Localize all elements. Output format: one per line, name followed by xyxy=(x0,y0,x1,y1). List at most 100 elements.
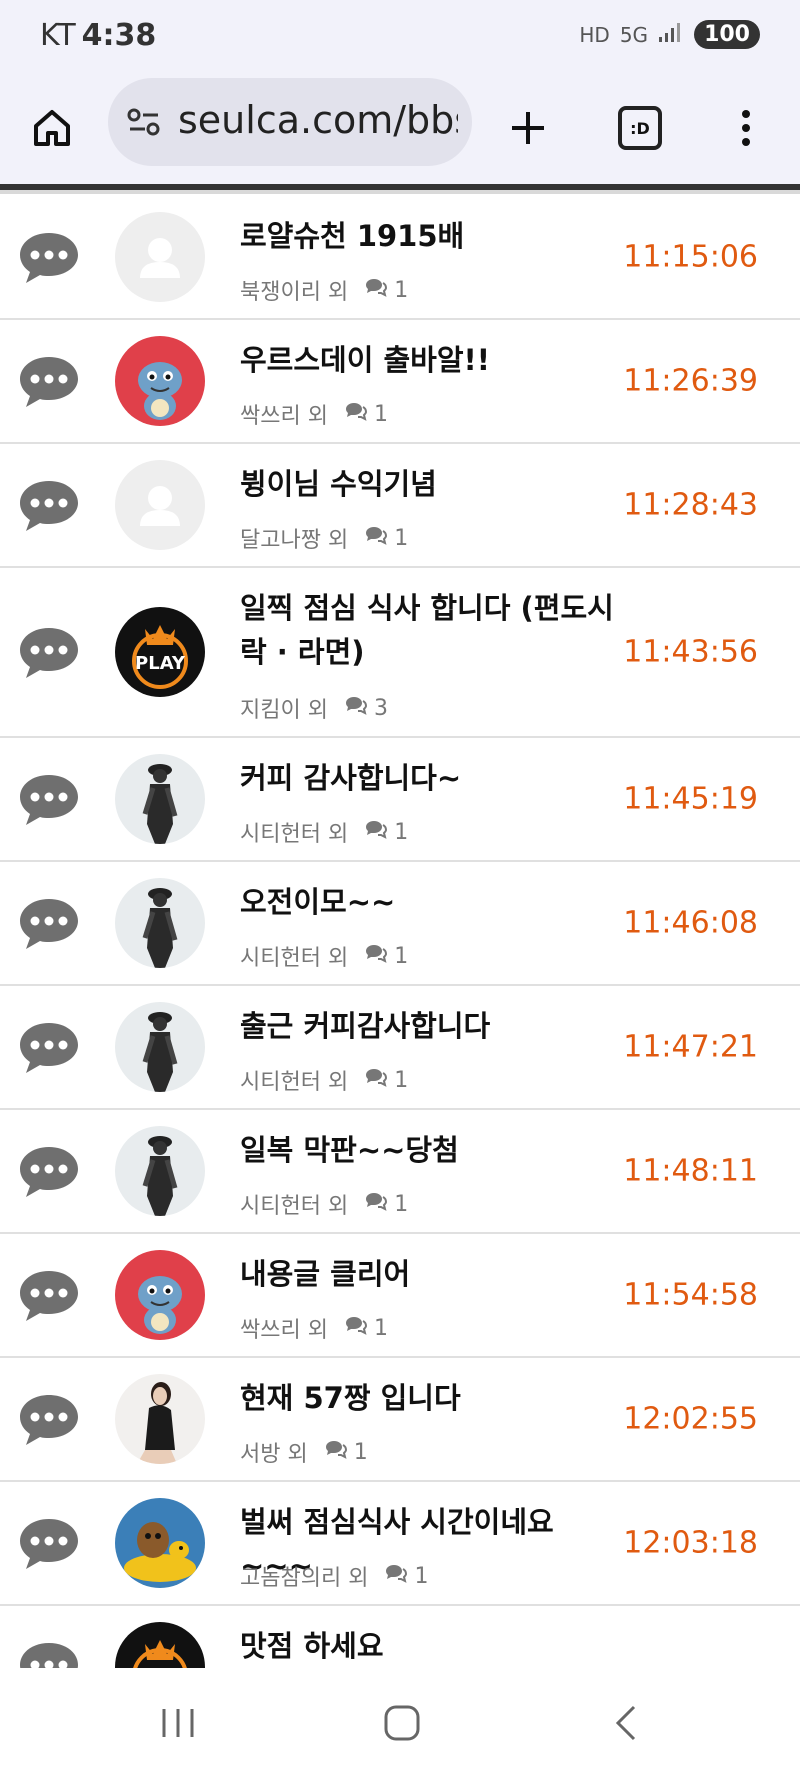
avatar[interactable] xyxy=(115,460,205,550)
comment-count-value: 1 xyxy=(394,1067,409,1093)
post-row[interactable]: 벌써 점심식사 시간이네요~~~ 고놈참의리 외 1 12:03:18 xyxy=(0,1482,800,1606)
chat-bubble-icon xyxy=(16,771,82,827)
browser-menu-button[interactable] xyxy=(718,100,774,156)
chat-bubble-icon xyxy=(16,1143,82,1199)
post-meta: 시티헌터 외 1 xyxy=(240,940,408,972)
address-bar[interactable]: seulca.com/bbs xyxy=(108,78,472,166)
comments-icon xyxy=(364,819,388,845)
home-icon xyxy=(34,110,70,146)
post-title[interactable]: 현재 57짱 입니다 xyxy=(240,1376,620,1420)
carrier-clock: KT 4:38 xyxy=(40,18,156,53)
comment-count-value: 1 xyxy=(353,1439,368,1465)
avatar[interactable] xyxy=(115,1374,205,1464)
comment-count-value: 1 xyxy=(394,819,409,845)
comments-icon xyxy=(344,401,368,427)
avatar[interactable] xyxy=(115,336,205,426)
post-title[interactable]: 출근 커피감사합니다 xyxy=(240,1004,620,1048)
divider xyxy=(0,190,800,194)
post-row[interactable]: 일복 막판~~당첨 시티헌터 외 1 11:48:11 xyxy=(0,1110,800,1234)
post-title[interactable]: 뷩이님 수익기념 xyxy=(240,462,620,506)
comment-count-value: 1 xyxy=(394,943,409,969)
chat-bubble-icon xyxy=(16,1639,82,1668)
tab-switcher-label: :D xyxy=(618,106,662,150)
comment-count-value: 1 xyxy=(373,1315,388,1341)
chat-bubble-icon xyxy=(16,624,82,680)
post-title[interactable]: 일복 막판~~당첨 xyxy=(240,1128,620,1172)
url-text[interactable]: seulca.com/bbs xyxy=(178,98,458,142)
comment-count-value: 1 xyxy=(394,277,409,303)
avatar[interactable]: PLAY xyxy=(115,607,205,697)
post-meta: 시티헌터 외 1 xyxy=(240,1064,408,1096)
more-vert-icon xyxy=(742,110,750,146)
post-title[interactable]: 일찍 점심 식사 합니다 (편도시락 · 라면) xyxy=(240,586,620,674)
post-author: 서방 외 xyxy=(240,1442,308,1467)
recent-apps-button[interactable] xyxy=(148,1698,208,1748)
comments-icon xyxy=(324,1439,348,1465)
post-meta: 지킴이 외 3 xyxy=(240,692,388,724)
post-row[interactable]: 로얄슈천 1915배 북쟁이리 외 1 11:15:06 xyxy=(0,196,800,320)
chat-bubble-icon xyxy=(16,1267,82,1323)
home-button[interactable] xyxy=(24,100,80,156)
post-title[interactable]: 오전이모~~ xyxy=(240,880,620,924)
home-nav-button[interactable] xyxy=(372,1698,432,1748)
comment-count-value: 1 xyxy=(414,1563,429,1589)
avatar[interactable] xyxy=(115,212,205,302)
post-row[interactable]: 현재 57짱 입니다 서방 외 1 12:02:55 xyxy=(0,1358,800,1482)
post-author: 싹쓰리 외 xyxy=(240,1318,328,1343)
comment-count: 1 xyxy=(344,401,388,427)
post-row[interactable]: 커피 감사합니다~ 시티헌터 외 1 11:45:19 xyxy=(0,738,800,862)
comments-icon xyxy=(384,1563,408,1589)
chat-bubble-icon xyxy=(16,1391,82,1447)
post-author: 시티헌터 외 xyxy=(240,822,349,847)
comment-count: 1 xyxy=(384,1563,428,1589)
post-row[interactable]: PLAY 맛점 하세요 xyxy=(0,1606,800,1668)
post-meta: 시티헌터 외 1 xyxy=(240,1188,408,1220)
comment-count: 1 xyxy=(344,1315,388,1341)
avatar[interactable] xyxy=(115,754,205,844)
hd-icon: HD xyxy=(579,22,610,47)
avatar[interactable]: PLAY xyxy=(115,1622,205,1668)
clock: 4:38 xyxy=(81,18,157,53)
post-row[interactable]: 내용글 클리어 싹쓰리 외 1 11:54:58 xyxy=(0,1234,800,1358)
post-title[interactable]: 맛점 하세요 xyxy=(240,1624,620,1668)
comment-count: 1 xyxy=(364,277,408,303)
post-row[interactable]: PLAY 일찍 점심 식사 합니다 (편도시락 · 라면) 지킴이 외 3 11:43:… xyxy=(0,568,800,738)
comments-icon xyxy=(364,943,388,969)
post-time: 11:15:06 xyxy=(623,239,758,275)
post-row[interactable]: 뷩이님 수익기념달고나짱 외 1 11:28:43 xyxy=(0,444,800,568)
post-row[interactable]: 출근 커피감사합니다 시티헌터 외 1 11:47:21 xyxy=(0,986,800,1110)
post-meta: 서방 외 1 xyxy=(240,1436,368,1468)
post-row[interactable]: 오전이모~~ 시티헌터 외 1 11:46:08 xyxy=(0,862,800,986)
post-author: 시티헌터 외 xyxy=(240,946,349,971)
post-author: 고놈참의리 외 xyxy=(240,1566,369,1591)
post-time: 11:28:43 xyxy=(623,487,758,523)
post-meta: 시티헌터 외 1 xyxy=(240,816,408,848)
post-time: 11:46:08 xyxy=(623,905,758,941)
avatar[interactable] xyxy=(115,1126,205,1216)
post-author: 달고나짱 외 xyxy=(240,528,349,553)
avatar[interactable] xyxy=(115,1002,205,1092)
post-list: 로얄슈천 1915배 북쟁이리 외 1 11:15:06 우르스데이 출바알!! 싹쓰리 … xyxy=(0,196,800,1668)
tab-switcher-button[interactable]: :D xyxy=(612,100,668,156)
chat-bubble-icon xyxy=(16,229,82,285)
site-settings-icon[interactable] xyxy=(126,106,162,138)
back-button[interactable] xyxy=(596,1698,656,1748)
post-title[interactable]: 우르스데이 출바알!! xyxy=(240,338,620,382)
post-title[interactable]: 커피 감사합니다~ xyxy=(240,756,620,800)
post-title[interactable]: 로얄슈천 1915배 xyxy=(240,214,620,258)
avatar[interactable] xyxy=(115,878,205,968)
signal-icon xyxy=(658,21,684,48)
post-meta: 싹쓰리 외 1 xyxy=(240,398,388,430)
post-meta: 달고나짱 외 1 xyxy=(240,522,408,554)
post-row[interactable]: 우르스데이 출바알!! 싹쓰리 외 1 11:26:39 xyxy=(0,320,800,444)
post-time: 11:45:19 xyxy=(623,781,758,817)
chat-bubble-icon xyxy=(16,1515,82,1571)
comments-icon xyxy=(364,1067,388,1093)
avatar[interactable] xyxy=(115,1498,205,1588)
post-meta: 고놈참의리 외 1 xyxy=(240,1560,428,1592)
post-time: 11:26:39 xyxy=(623,363,758,399)
new-tab-button[interactable] xyxy=(500,100,556,156)
avatar[interactable] xyxy=(115,1250,205,1340)
post-title[interactable]: 내용글 클리어 xyxy=(240,1252,620,1296)
status-bar: KT 4:38 HD 5G 100 xyxy=(0,0,800,72)
